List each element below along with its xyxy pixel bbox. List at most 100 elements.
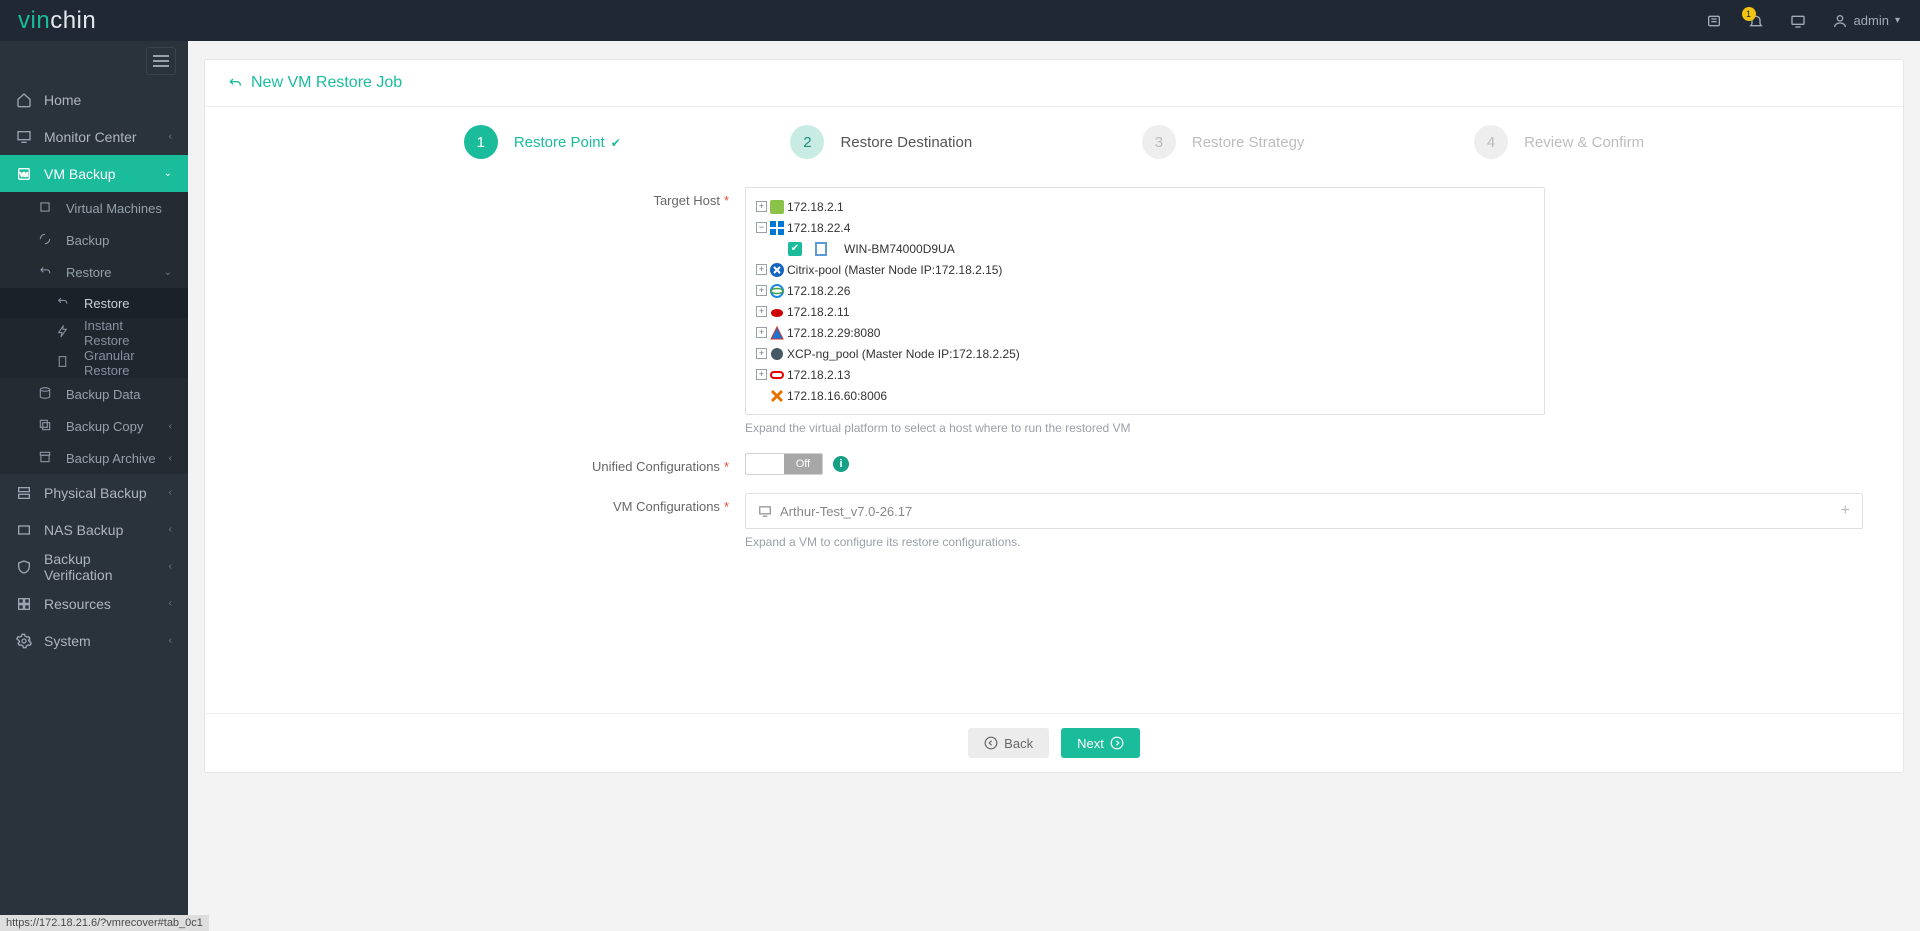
sidebar-item-restore[interactable]: Restore ⌄ [0, 256, 188, 288]
back-label: Back [1004, 736, 1033, 751]
step-1[interactable]: 1 Restore Point✔ [464, 125, 621, 159]
back-button[interactable]: Back [968, 728, 1049, 758]
chevron-left-icon: ‹ [169, 561, 172, 572]
expand-icon[interactable]: + [756, 327, 767, 338]
logo[interactable]: vin chin [18, 7, 96, 35]
step-number: 2 [790, 125, 824, 159]
logo-vin: vin [18, 7, 50, 35]
step-label: Restore Destination [840, 134, 972, 151]
chevron-left-icon: ‹ [169, 598, 172, 609]
sidebar-item-label: NAS Backup [44, 522, 123, 538]
arrow-left-icon [984, 736, 998, 750]
tree-label: 172.18.2.26 [787, 284, 850, 298]
sidebar-item-granularrestore[interactable]: Granular Restore [0, 348, 188, 378]
sidebar-item-nas[interactable]: NAS Backup ‹ [0, 511, 188, 548]
monitor-icon [758, 504, 772, 518]
tree-label: XCP-ng_pool (Master Node IP:172.18.2.25) [787, 347, 1020, 361]
sidebar-item-label: Backup Data [66, 387, 140, 402]
step-4[interactable]: 4 Review & Confirm [1474, 125, 1644, 159]
sidebar-item-virtualmachines[interactable]: Virtual Machines [0, 192, 188, 224]
checkbox-checked-icon[interactable]: ✔ [788, 242, 802, 256]
sidebar-item-backupcopy[interactable]: Backup Copy ‹ [0, 410, 188, 442]
sidebar-item-backupdata[interactable]: Backup Data [0, 378, 188, 410]
shield-icon [16, 559, 32, 575]
next-button[interactable]: Next [1061, 728, 1140, 758]
proxmox-icon [770, 389, 784, 403]
tree-label: Citrix-pool (Master Node IP:172.18.2.15) [787, 263, 1002, 277]
sidebar-item-monitor[interactable]: Monitor Center ‹ [0, 118, 188, 155]
chevron-left-icon: ‹ [169, 453, 172, 464]
collapse-icon[interactable]: − [756, 222, 767, 233]
chevron-down-icon: ▾ [1895, 15, 1900, 26]
sidebar-item-restore-restore[interactable]: Restore [0, 288, 188, 318]
tree-node[interactable]: +172.18.2.1 [756, 196, 1534, 217]
step-3[interactable]: 3 Restore Strategy [1142, 125, 1305, 159]
burger-button[interactable] [146, 47, 176, 75]
chevron-down-icon: ⌄ [164, 267, 172, 278]
screen-icon[interactable] [1790, 13, 1806, 29]
news-icon[interactable] [1706, 13, 1722, 29]
sidebar-item-instantrestore[interactable]: Instant Restore [0, 318, 188, 348]
sidebar-item-label: Instant Restore [84, 318, 172, 348]
copy-icon [38, 418, 54, 434]
expand-icon[interactable]: + [756, 348, 767, 359]
info-icon[interactable]: i [833, 456, 849, 472]
sidebar-item-backup[interactable]: Backup [0, 224, 188, 256]
sidebar-item-system[interactable]: System ‹ [0, 622, 188, 659]
vm-config-row[interactable]: Arthur-Test_v7.0-26.17 + [745, 493, 1863, 529]
tree-node[interactable]: +172.18.2.26 [756, 280, 1534, 301]
sidebar-item-label: Backup Archive [66, 451, 156, 466]
notifications-icon[interactable]: 1 [1748, 13, 1764, 29]
unified-toggle[interactable]: Off [745, 453, 823, 475]
tree-label: 172.18.2.13 [787, 368, 850, 382]
expand-icon[interactable]: + [756, 264, 767, 275]
xcpng-icon [770, 347, 784, 361]
sidebar-item-label: Home [44, 92, 81, 108]
row-unified: Unified Configurations* Off i [245, 453, 1863, 475]
sidebar-item-verification[interactable]: Backup Verification ‹ [0, 548, 188, 585]
sidebar-item-home[interactable]: Home [0, 81, 188, 118]
sidebar-item-resources[interactable]: Resources ‹ [0, 585, 188, 622]
oracle-icon [770, 368, 784, 382]
expand-icon[interactable]: + [756, 306, 767, 317]
tree-node-child[interactable]: ✔WIN-BM74000D9UA [756, 238, 1534, 259]
monitor-icon [16, 129, 32, 145]
tree-node[interactable]: +172.18.16.60:8006 [756, 385, 1534, 406]
expand-icon[interactable]: + [756, 285, 767, 296]
vmware-icon [770, 200, 784, 214]
gear-icon [16, 633, 32, 649]
main: New VM Restore Job 1 Restore Point✔ 2 Re… [188, 41, 1920, 931]
sidebar-item-physical[interactable]: Physical Backup ‹ [0, 474, 188, 511]
sidebar-item-vmbackup[interactable]: VM VM Backup ⌄ [0, 155, 188, 192]
svg-text:VM: VM [20, 172, 28, 178]
nas-icon [16, 522, 32, 538]
tree-node[interactable]: +172.18.2.11 [756, 301, 1534, 322]
step-label: Restore Strategy [1192, 134, 1305, 151]
user-menu[interactable]: admin ▾ [1832, 13, 1900, 29]
sidebar-item-label: Physical Backup [44, 485, 147, 501]
chevron-left-icon: ‹ [169, 524, 172, 535]
sidebar-item-backuparchive[interactable]: Backup Archive ‹ [0, 442, 188, 474]
step-2[interactable]: 2 Restore Destination [790, 125, 972, 159]
box-icon [38, 200, 54, 216]
step-number: 4 [1474, 125, 1508, 159]
expand-icon[interactable]: + [756, 201, 767, 212]
file-icon [56, 355, 72, 371]
expand-icon[interactable]: + [756, 369, 767, 380]
tree-node[interactable]: −172.18.22.4 [756, 217, 1534, 238]
tree-node[interactable]: +172.18.2.13 [756, 364, 1534, 385]
tree-node[interactable]: + XCP-ng_pool (Master Node IP:172.18.2.25… [756, 343, 1534, 364]
chevron-left-icon: ‹ [169, 487, 172, 498]
sidebar-item-label: Resources [44, 596, 111, 612]
wizard-panel: New VM Restore Job 1 Restore Point✔ 2 Re… [204, 59, 1904, 773]
bolt-icon [56, 325, 72, 341]
step-label: Review & Confirm [1524, 134, 1644, 151]
sidebar-item-label: Restore [66, 265, 112, 280]
tree-node[interactable]: + Citrix-pool (Master Node IP:172.18.2.15… [756, 259, 1534, 280]
database-icon [38, 386, 54, 402]
target-host-tree[interactable]: +172.18.2.1 −172.18.22.4 ✔WIN-BM74000D9U… [745, 187, 1545, 415]
plus-icon[interactable]: + [1841, 502, 1850, 520]
sidebar-item-label: Backup [66, 233, 109, 248]
tree-node[interactable]: +172.18.2.29:8080 [756, 322, 1534, 343]
user-label: admin [1854, 13, 1889, 28]
